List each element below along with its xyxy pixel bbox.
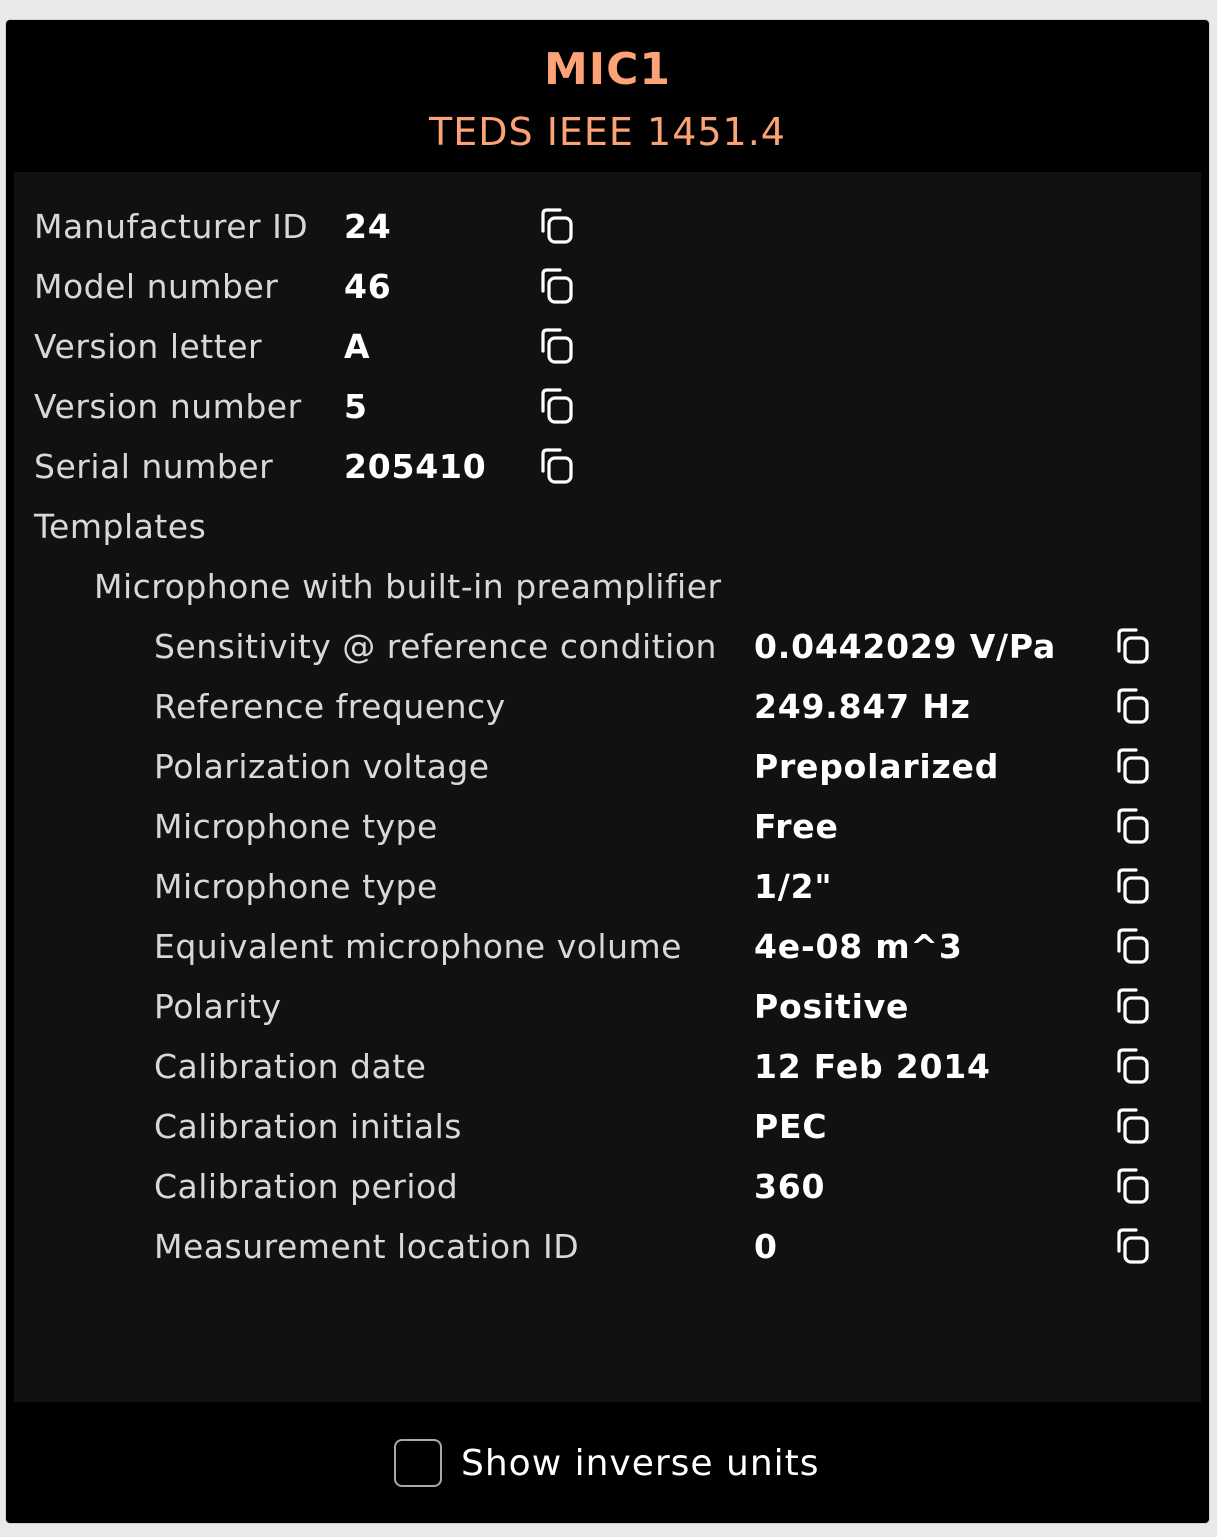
template-field-value: 360	[754, 1167, 826, 1206]
template-field-label: Equivalent microphone volume	[154, 927, 682, 966]
field-value: A	[344, 327, 371, 366]
field-label: Manufacturer ID	[34, 207, 309, 246]
field-label: Model number	[34, 267, 279, 306]
copy-icon[interactable]	[534, 205, 578, 249]
field-label: Serial number	[34, 447, 274, 486]
copy-icon[interactable]	[1110, 685, 1154, 729]
template-field-label: Reference frequency	[154, 687, 506, 726]
show-inverse-units-checkbox[interactable]	[394, 1439, 442, 1487]
copy-icon[interactable]	[534, 445, 578, 489]
copy-icon[interactable]	[1110, 1045, 1154, 1089]
dialog-footer: Show inverse units	[6, 1402, 1209, 1523]
field-value: 24	[344, 207, 392, 246]
copy-icon[interactable]	[1110, 805, 1154, 849]
field-value: 5	[344, 387, 368, 426]
copy-icon[interactable]	[1110, 1165, 1154, 1209]
dialog-subtitle: TEDS IEEE 1451.4	[429, 110, 786, 154]
copy-icon[interactable]	[1110, 625, 1154, 669]
template-field-label: Measurement location ID	[154, 1227, 580, 1266]
template-field-label: Microphone type	[154, 867, 438, 906]
copy-icon[interactable]	[1110, 745, 1154, 789]
template-field-label: Polarization voltage	[154, 747, 490, 786]
template-field-value: 0.0442029 V/Pa	[754, 627, 1057, 666]
dialog-title: MIC1	[543, 44, 672, 95]
show-inverse-units-label[interactable]: Show inverse units	[461, 1442, 820, 1486]
copy-icon[interactable]	[1110, 925, 1154, 969]
template-field-value: 249.847 Hz	[754, 687, 971, 726]
template-field-label: Calibration date	[154, 1047, 427, 1086]
template-field-value: PEC	[754, 1107, 828, 1146]
copy-icon[interactable]	[1110, 985, 1154, 1029]
template-field-label: Calibration period	[154, 1167, 459, 1206]
field-label: Version letter	[34, 327, 263, 366]
field-value: 205410	[344, 447, 487, 486]
copy-icon[interactable]	[534, 385, 578, 429]
template-name: Microphone with built-in preamplifier	[94, 567, 722, 606]
field-label: Version number	[34, 387, 302, 426]
field-value: 46	[344, 267, 392, 306]
teds-dialog: MIC1 TEDS IEEE 1451.4 Manufacturer ID 24…	[6, 20, 1209, 1523]
copy-icon[interactable]	[1110, 1105, 1154, 1149]
template-field-value: Positive	[754, 987, 910, 1026]
copy-icon[interactable]	[1110, 865, 1154, 909]
template-field-value: 12 Feb 2014	[754, 1047, 991, 1086]
template-field-value: 1/2"	[754, 867, 833, 906]
template-field-label: Polarity	[154, 987, 282, 1026]
template-field-value: Free	[754, 807, 839, 846]
dialog-header: MIC1 TEDS IEEE 1451.4	[6, 20, 1209, 170]
template-field-value: Prepolarized	[754, 747, 1000, 786]
copy-icon[interactable]	[534, 265, 578, 309]
template-field-label: Microphone type	[154, 807, 438, 846]
copy-icon[interactable]	[1110, 1225, 1154, 1269]
templates-heading: Templates	[34, 507, 207, 546]
template-field-value: 0	[754, 1227, 778, 1266]
teds-content: Manufacturer ID 24 Model number 46 Versi…	[14, 172, 1201, 1402]
template-field-value: 4e-08 m^3	[754, 927, 963, 966]
template-field-label: Sensitivity @ reference condition	[154, 627, 717, 666]
copy-icon[interactable]	[534, 325, 578, 369]
template-field-label: Calibration initials	[154, 1107, 462, 1146]
